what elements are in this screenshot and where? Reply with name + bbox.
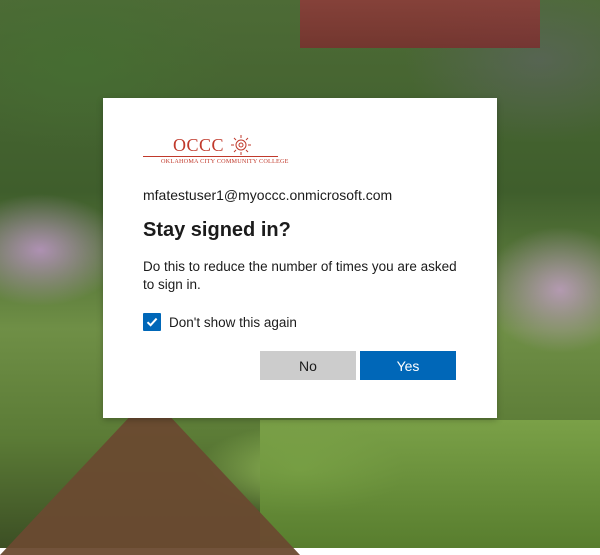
logo-wordmark: OCCC bbox=[173, 135, 225, 155]
yes-button[interactable]: Yes bbox=[360, 351, 456, 380]
checkmark-icon bbox=[146, 317, 158, 327]
dialog-description: Do this to reduce the number of times yo… bbox=[143, 259, 457, 292]
sun-seal-icon bbox=[231, 135, 251, 155]
dont-show-again-label: Don't show this again bbox=[169, 314, 297, 330]
sign-in-dialog: OCCC OKLAHOMA CITY COMMUNITY COLLEGE mfa… bbox=[103, 98, 497, 418]
dont-show-again-checkbox[interactable] bbox=[143, 313, 161, 331]
dialog-title: Stay signed in? bbox=[143, 219, 291, 241]
background-roof bbox=[0, 395, 300, 555]
account-email: mfatestuser1@myoccc.onmicrosoft.com bbox=[143, 187, 393, 203]
logo-subtitle: OKLAHOMA CITY COMMUNITY COLLEGE bbox=[161, 158, 289, 165]
background-lawn bbox=[260, 420, 600, 548]
no-button[interactable]: No bbox=[260, 351, 356, 380]
dont-show-again-row[interactable]: Don't show this again bbox=[143, 312, 297, 332]
background-building bbox=[300, 0, 540, 48]
occc-logo: OCCC OKLAHOMA CITY COMMUNITY COLLEGE bbox=[143, 135, 288, 166]
logo-rule bbox=[143, 156, 278, 157]
